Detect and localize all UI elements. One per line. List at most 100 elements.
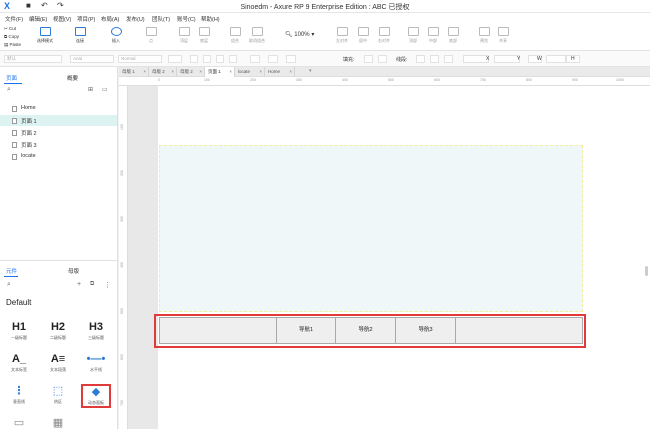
nav-cell-empty-right[interactable] xyxy=(456,318,582,343)
ungroup-icon xyxy=(251,27,263,36)
page-item-page-2[interactable]: 页面 2 xyxy=(0,127,117,138)
font-color-button[interactable] xyxy=(190,55,198,63)
valign-text-button[interactable] xyxy=(286,55,296,63)
insert-label: 插入 xyxy=(112,38,120,43)
doc-tab-master-1[interactable]: 母版 1 × xyxy=(119,67,149,77)
tab-outline[interactable]: 概要 xyxy=(67,74,78,82)
share-button[interactable]: 共享 xyxy=(491,27,515,44)
align-text-button[interactable] xyxy=(268,55,278,63)
menu-file[interactable]: 文件(F) xyxy=(5,15,23,23)
nav-bar[interactable]: 导航1 导航2 导航3 xyxy=(159,317,583,344)
add-library-icon[interactable]: + xyxy=(77,281,81,288)
bullet-button[interactable] xyxy=(250,55,260,63)
connect-button[interactable]: 连接 xyxy=(68,27,92,44)
tab-masters[interactable]: 母版 xyxy=(68,267,79,275)
add-page-icon[interactable]: ⊞ xyxy=(88,86,93,93)
paste-button[interactable]: ▤ Paste xyxy=(4,42,21,48)
menu-edit[interactable]: 编辑(E) xyxy=(29,15,47,23)
page-item-locate[interactable]: locate xyxy=(0,151,117,162)
widget-text-label[interactable]: A_ 文本标签 xyxy=(6,353,32,373)
point-button[interactable]: 点 xyxy=(139,27,163,44)
align-bottom-button[interactable]: 底部 xyxy=(441,27,465,44)
bold-button[interactable] xyxy=(203,55,211,63)
close-icon[interactable]: × xyxy=(289,67,292,77)
menu-publish[interactable]: 发布(U) xyxy=(126,15,145,23)
menu-project[interactable]: 项目(P) xyxy=(77,15,95,23)
add-folder-icon[interactable]: ▭ xyxy=(102,86,108,93)
widget-paragraph[interactable]: A≡ 文本段落 xyxy=(45,353,71,373)
group-button[interactable]: 组合 xyxy=(223,27,247,44)
send-bottom-button[interactable]: 底层 xyxy=(192,27,216,44)
library-menu-icon[interactable]: ⧉ xyxy=(90,281,94,288)
style-select[interactable]: 默认 xyxy=(4,55,62,63)
library-name[interactable]: Default xyxy=(6,298,31,307)
library-search-icon[interactable]: ⌕ xyxy=(7,281,11,289)
insert-button[interactable]: 插入 xyxy=(104,27,128,44)
vertical-ruler: 100 200 300 400 500 600 700 xyxy=(119,86,128,429)
nav-item-2[interactable]: 导航2 xyxy=(336,318,396,343)
ruler-tick: 600 xyxy=(120,354,124,360)
close-icon[interactable]: × xyxy=(229,67,232,77)
align-right-button[interactable]: 右对齐 xyxy=(372,27,396,44)
line-color-button[interactable] xyxy=(416,55,425,63)
tab-list-icon[interactable]: ▾ xyxy=(309,68,312,74)
widget-h2[interactable]: H2 二级标题 xyxy=(45,321,71,341)
doc-tab-page-1[interactable]: 页面 1 × xyxy=(205,67,235,77)
align-center-icon xyxy=(357,27,369,36)
italic-button[interactable] xyxy=(216,55,224,63)
line-width-button[interactable] xyxy=(430,55,439,63)
select-mode-button[interactable]: 选择模式 xyxy=(33,27,57,44)
ungroup-button[interactable]: 取消组合 xyxy=(245,27,269,44)
widget-hotspot[interactable]: ⬚ 热区 xyxy=(45,385,71,405)
zoom-control[interactable]: 🔍︎ 100% ▾ xyxy=(285,31,314,38)
fill-color-button[interactable] xyxy=(364,55,373,63)
menu-help[interactable]: 帮助(H) xyxy=(201,15,220,23)
cut-button[interactable]: ✂ Cut xyxy=(4,26,16,32)
widget-dynamic-panel[interactable]: ◆ 动态面板 xyxy=(81,384,111,408)
doc-tab-home[interactable]: Home × xyxy=(265,67,295,77)
doc-tab-locate[interactable]: locate × xyxy=(235,67,265,77)
font-select[interactable]: Arial xyxy=(70,55,114,63)
page-item-page-3[interactable]: 页面 3 xyxy=(0,139,117,150)
page-item-home[interactable]: Home xyxy=(0,103,117,114)
font-size-select[interactable] xyxy=(168,55,182,63)
close-icon[interactable]: × xyxy=(171,67,174,77)
widget-vertical-line[interactable]: ⋮ 垂直线 xyxy=(6,385,32,405)
widget-h1[interactable]: H1 一级标题 xyxy=(6,321,32,341)
doc-tab-master-2b[interactable]: 母版 2 × xyxy=(177,67,205,77)
line-style-button[interactable] xyxy=(444,55,453,63)
menu-view[interactable]: 视图(V) xyxy=(53,15,71,23)
fill-gradient-button[interactable] xyxy=(378,55,387,63)
menu-team[interactable]: 团队(T) xyxy=(152,15,170,23)
tab-widgets[interactable]: 元件 xyxy=(6,267,17,275)
widget-more-2[interactable]: ▦ xyxy=(45,417,71,429)
widget-more-1[interactable]: ▭ xyxy=(6,417,32,429)
dynamic-panel[interactable] xyxy=(159,145,583,312)
tab-pages[interactable]: 页面 xyxy=(6,74,17,82)
doc-tab-label: 母版 2 xyxy=(180,69,193,74)
menu-account[interactable]: 账号(C) xyxy=(177,15,196,23)
widget-h3[interactable]: H3 三级标题 xyxy=(83,321,109,341)
doc-tab-master-2[interactable]: 母版 2 × xyxy=(149,67,177,77)
design-canvas[interactable]: 导航1 导航2 导航3 xyxy=(128,86,650,429)
close-icon[interactable]: × xyxy=(143,67,146,77)
close-icon[interactable]: × xyxy=(199,67,202,77)
doc-tab-label: Home xyxy=(268,69,281,74)
dynamic-panel-icon: ◆ xyxy=(91,386,101,398)
widget-horizontal-line[interactable]: •—• 水平线 xyxy=(83,353,109,373)
nav-item-1[interactable]: 导航1 xyxy=(277,318,336,343)
more-options-icon[interactable]: ⋮ xyxy=(104,281,111,289)
ruler-tick: 200 xyxy=(120,170,124,176)
copy-button[interactable]: ⧉ Copy xyxy=(4,34,19,39)
vertical-scrollbar[interactable] xyxy=(645,266,648,276)
menu-arrange[interactable]: 布局(A) xyxy=(101,15,119,23)
page-label: 页面 2 xyxy=(21,131,37,137)
close-icon[interactable]: × xyxy=(259,67,262,77)
nav-item-3[interactable]: 导航3 xyxy=(396,318,456,343)
page-item-page-1[interactable]: 页面 1 xyxy=(0,115,117,126)
font-weight-select[interactable]: Normal xyxy=(118,55,162,63)
underline-button[interactable] xyxy=(229,55,237,63)
search-icon[interactable]: ⌕ xyxy=(7,86,11,94)
lock-ratio-toggle[interactable] xyxy=(546,55,566,63)
nav-cell-empty-left[interactable] xyxy=(160,318,277,343)
